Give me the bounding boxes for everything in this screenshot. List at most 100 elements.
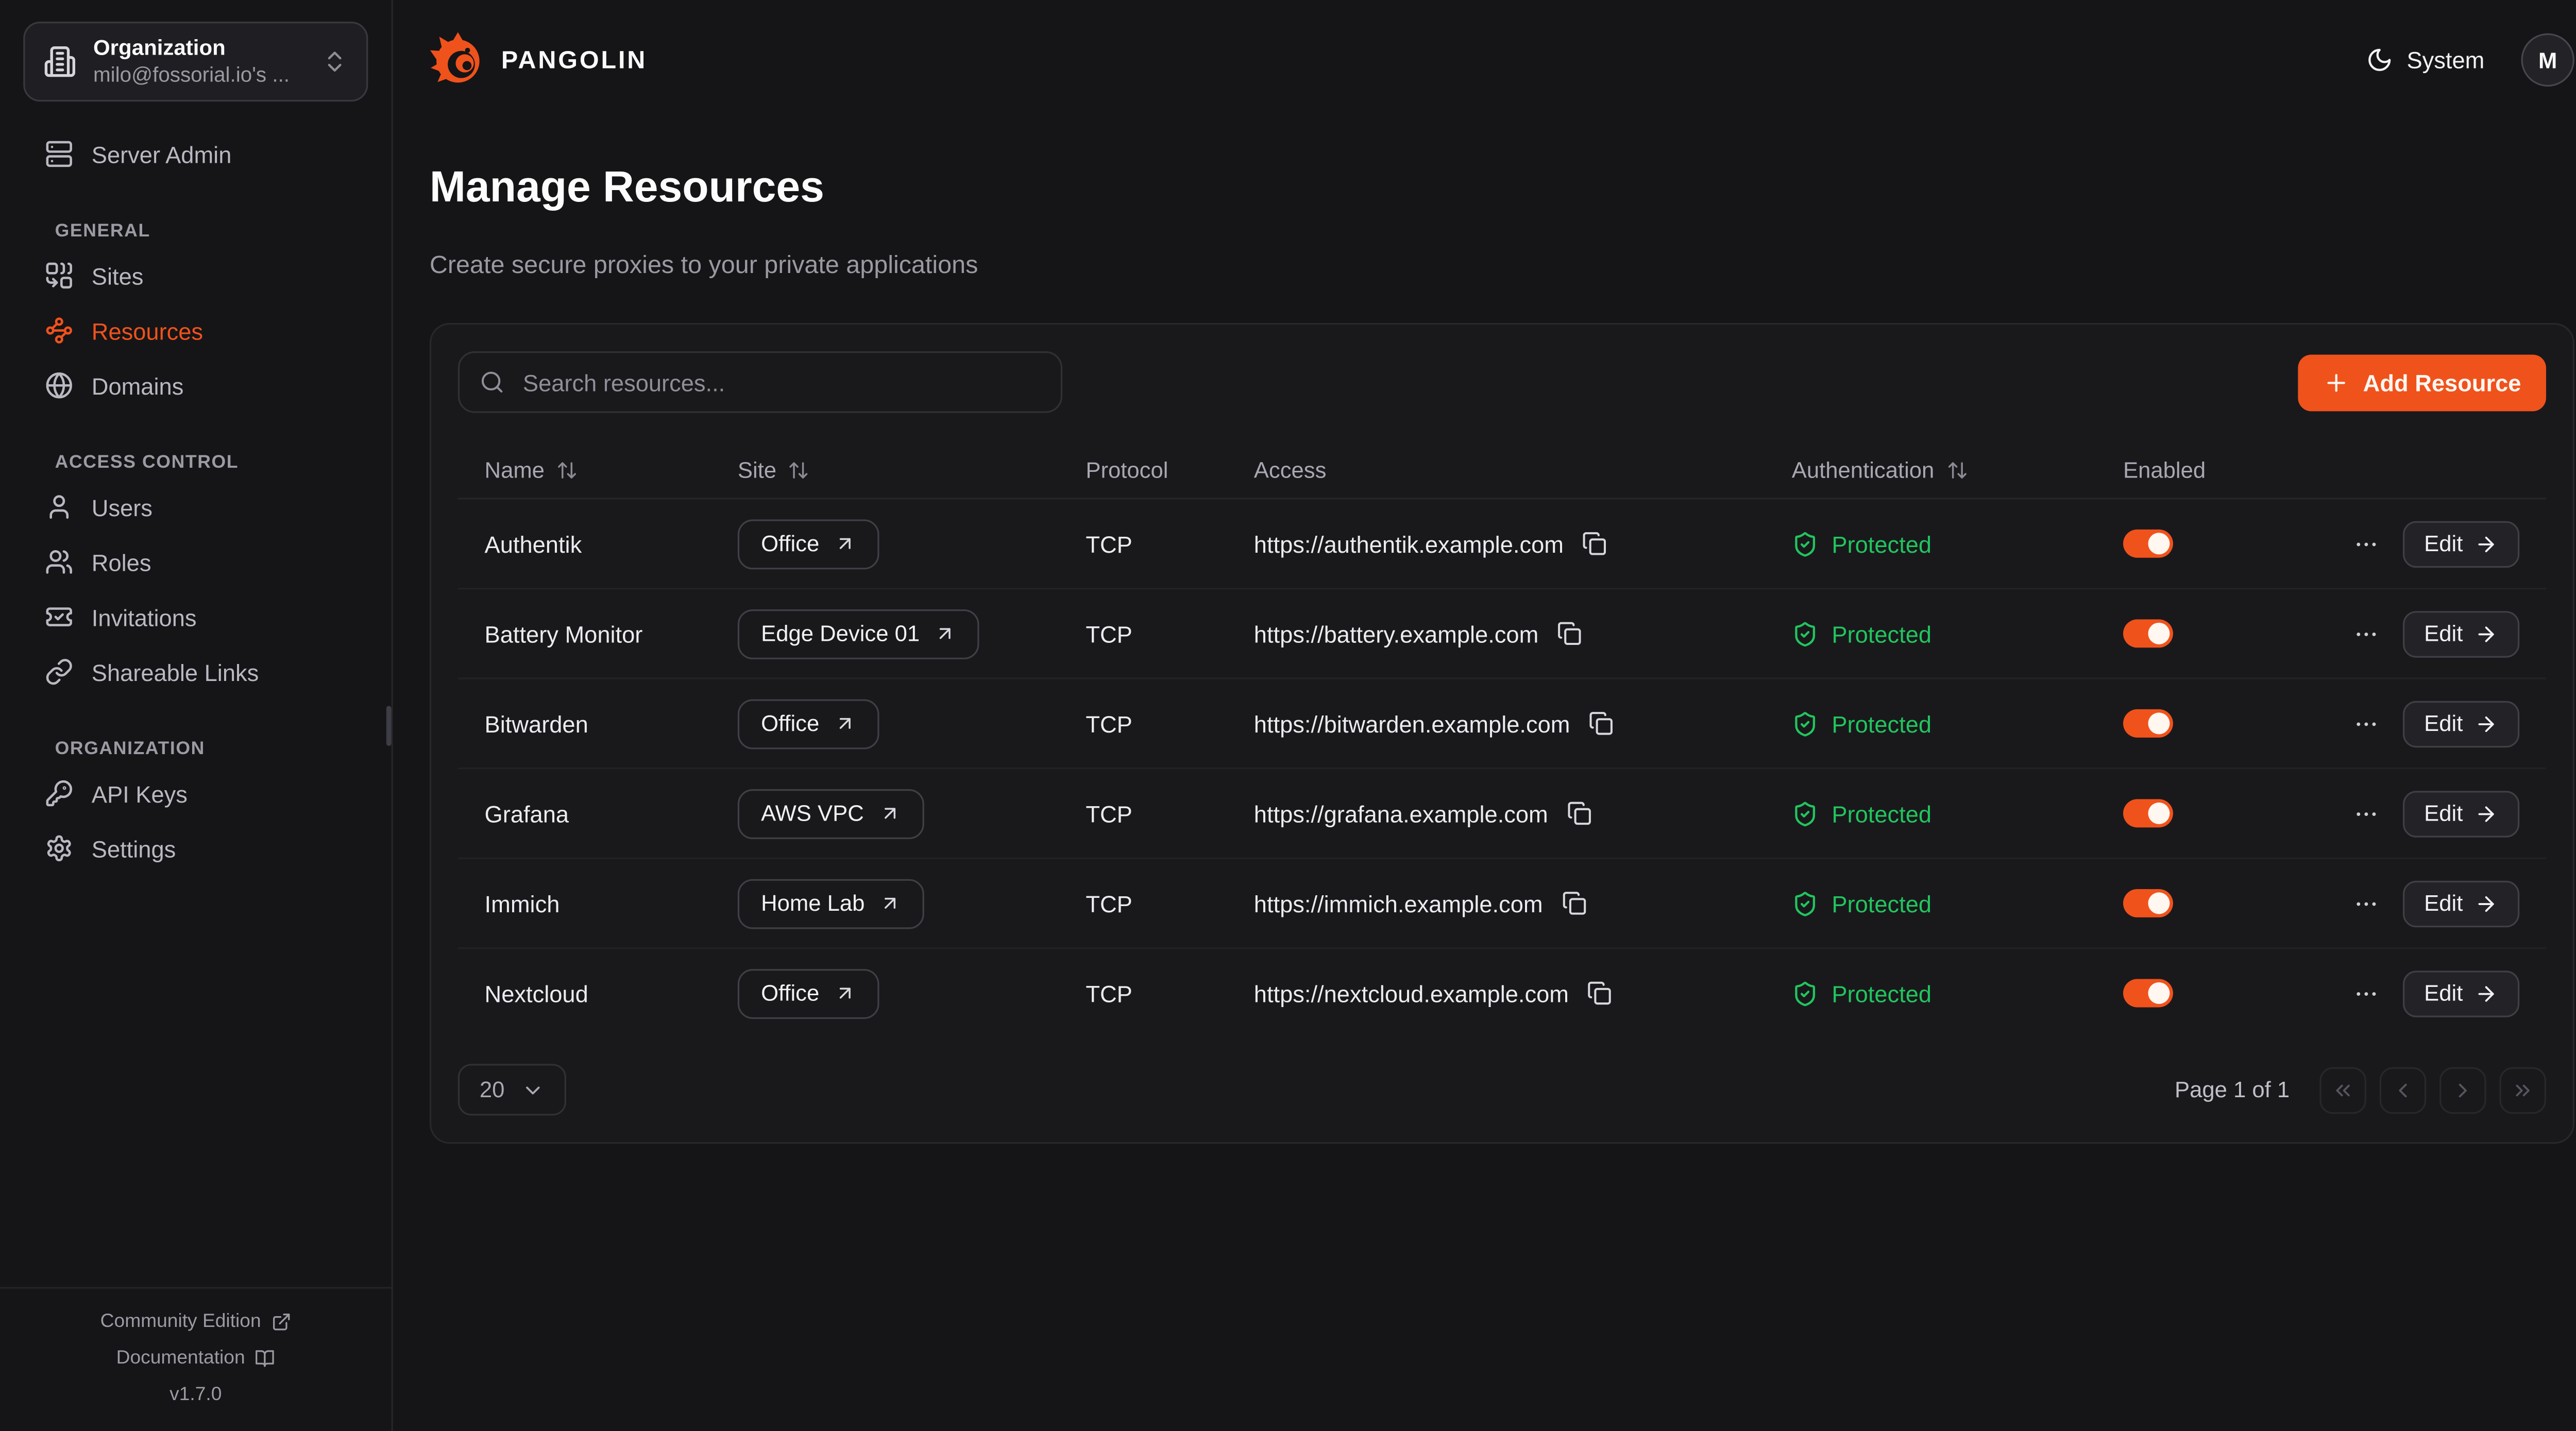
column-header-site[interactable]: Site [711,458,1059,483]
search-icon [480,370,504,395]
enabled-cell [2096,980,2340,1008]
column-header-name[interactable]: Name [458,458,711,483]
page-title: Manage Resources [430,160,2574,213]
shield-check-icon [1792,980,1819,1007]
toggle-knob [2148,534,2170,555]
copy-url-button[interactable] [1557,622,1582,646]
arrow-up-right-icon [834,983,856,1004]
edit-button[interactable]: Edit [2402,880,2519,927]
site-name: Edge Device 01 [761,622,920,646]
search-input[interactable] [519,368,1041,398]
documentation-link[interactable]: Documentation [0,1339,392,1376]
copy-url-button[interactable] [1587,981,1612,1006]
next-page-button[interactable] [2439,1067,2486,1114]
sidebar-item-label: Domains [92,372,184,399]
first-page-button[interactable] [2319,1067,2366,1114]
edit-button[interactable]: Edit [2402,521,2519,567]
row-menu-button[interactable] [2349,618,2383,651]
chevron-down-icon [521,1079,545,1102]
edit-button[interactable]: Edit [2402,970,2519,1017]
copy-icon [1588,711,1613,736]
chevron-left-icon [2391,1079,2414,1102]
enabled-toggle[interactable] [2123,980,2173,1008]
sidebar-item-sites[interactable]: Sites [23,248,368,303]
sidebar-scrollbar-thumb[interactable] [386,706,392,746]
edit-button[interactable]: Edit [2402,701,2519,747]
enabled-toggle[interactable] [2123,620,2173,649]
site-link-button[interactable]: Office [738,519,879,569]
edit-button-label: Edit [2424,532,2463,556]
last-page-button[interactable] [2499,1067,2546,1114]
enabled-toggle[interactable] [2123,710,2173,738]
sidebar-item-settings[interactable]: Settings [23,821,368,876]
site-link-button[interactable]: AWS VPC [738,789,924,839]
access-cell: https://authentik.example.com [1227,531,1765,558]
copy-url-button[interactable] [1561,892,1586,916]
sidebar-item-domains[interactable]: Domains [23,358,368,413]
sort-icon [1946,459,1968,481]
chevron-right-icon [2451,1079,2475,1102]
row-menu-button[interactable] [2349,797,2383,831]
documentation-label: Documentation [116,1339,245,1376]
resources-panel: Add Resource Name Site Protocol Access [430,323,2574,1144]
org-switcher-text: Organization milo@fossorial.io's ... [93,35,304,88]
access-cell: https://nextcloud.example.com [1227,980,1765,1007]
sidebar-item-shareable-links[interactable]: Shareable Links [23,644,368,700]
table-row: Bitwarden Office TCP https://bitwarden.e… [458,680,2546,770]
enabled-cell [2096,530,2340,558]
globe-icon [45,371,73,400]
authentication-cell: Protected [1765,800,2096,827]
sidebar: Organization milo@fossorial.io's ... Ser… [0,0,393,1431]
enabled-toggle[interactable] [2123,890,2173,918]
site-name: Office [761,532,819,556]
authentication-cell: Protected [1765,621,2096,648]
theme-toggle-button[interactable]: System [2367,46,2484,73]
column-header-access: Access [1227,458,1765,483]
key-icon [45,779,73,808]
sidebar-item-server-admin[interactable]: Server Admin [23,127,368,182]
sidebar-item-api-keys[interactable]: API Keys [23,766,368,821]
enabled-toggle[interactable] [2123,530,2173,558]
site-link-button[interactable]: Edge Device 01 [738,609,980,659]
main-content: PANGOLIN System M Manage Resources Creat… [393,0,2576,1431]
row-menu-button[interactable] [2349,977,2383,1011]
edit-button[interactable]: Edit [2402,611,2519,658]
copy-url-button[interactable] [1588,711,1613,736]
add-resource-button[interactable]: Add Resource [2298,354,2546,411]
ellipsis-icon [2352,891,2379,917]
community-edition-link[interactable]: Community Edition [0,1303,392,1339]
arrow-right-icon [2475,892,2498,915]
sidebar-item-invitations[interactable]: Invitations [23,589,368,644]
brand[interactable]: PANGOLIN [430,31,647,88]
pangolin-logo [430,31,486,88]
avatar[interactable]: M [2521,33,2574,87]
authentication-cell: Protected [1765,531,2096,558]
ellipsis-icon [2352,621,2379,648]
org-switcher[interactable]: Organization milo@fossorial.io's ... [23,22,368,101]
actions-cell: Edit [2340,521,2546,567]
sidebar-item-roles[interactable]: Roles [23,535,368,590]
sidebar-item-resources[interactable]: Resources [23,303,368,358]
site-link-button[interactable]: Home Lab [738,879,925,929]
copy-url-button[interactable] [1566,802,1591,826]
enabled-toggle[interactable] [2123,800,2173,828]
site-link-button[interactable]: Office [738,969,879,1019]
row-menu-button[interactable] [2349,707,2383,741]
building-icon [43,45,77,78]
protocol-value: TCP [1059,621,1227,648]
site-link-button[interactable]: Office [738,699,879,749]
copy-icon [1557,622,1582,646]
row-menu-button[interactable] [2349,527,2383,561]
arrow-right-icon [2475,803,2498,826]
protocol-value: TCP [1059,800,1227,827]
column-header-enabled: Enabled [2096,458,2340,483]
edit-button[interactable]: Edit [2402,791,2519,837]
sidebar-item-users[interactable]: Users [23,480,368,535]
copy-url-button[interactable] [1582,532,1607,556]
previous-page-button[interactable] [2380,1067,2427,1114]
row-menu-button[interactable] [2349,887,2383,921]
brand-name: PANGOLIN [501,46,647,74]
table-header: Name Site Protocol Access Authentication [458,442,2546,500]
page-size-select[interactable]: 20 [458,1065,566,1116]
column-header-authentication[interactable]: Authentication [1765,458,2096,483]
